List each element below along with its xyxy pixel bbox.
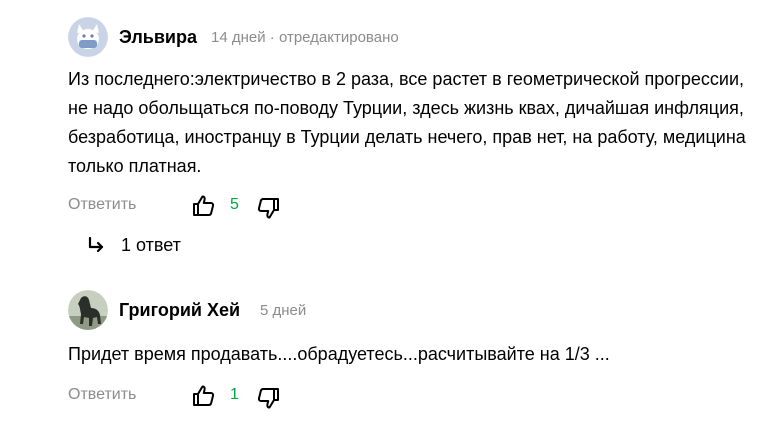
reply-button[interactable]: Ответить xyxy=(68,386,136,404)
comment-author[interactable]: Григорий Хей xyxy=(119,300,240,321)
like-count: 5 xyxy=(230,196,239,213)
reply-button[interactable]: Ответить xyxy=(68,196,136,214)
avatar[interactable] xyxy=(68,290,108,330)
thumbs-down-icon[interactable] xyxy=(256,386,280,410)
comment-text: Из последнего:электричество в 2 раза, вс… xyxy=(68,69,746,176)
comment-meta: 14 дней · отредактировано xyxy=(211,29,399,46)
avatar[interactable] xyxy=(68,17,108,57)
show-replies-button[interactable]: 1 ответ xyxy=(86,233,181,257)
comment-meta: 5 дней xyxy=(260,302,307,319)
comment-author[interactable]: Эльвира xyxy=(119,27,197,48)
like-count: 1 xyxy=(230,386,239,403)
thumbs-up-icon[interactable] xyxy=(192,384,216,408)
thumbs-up-icon[interactable] xyxy=(192,194,216,218)
comment: Григорий Хей 5 дней Придет время продава… xyxy=(0,280,762,427)
thumbs-down-icon[interactable] xyxy=(256,196,280,220)
comment-text: Придет время продавать....обрадуетесь...… xyxy=(68,344,610,364)
comment: Эльвира 14 дней · отредактировано Из пос… xyxy=(0,0,762,270)
replies-count: 1 ответ xyxy=(121,234,181,255)
reply-arrow-icon xyxy=(88,236,104,253)
